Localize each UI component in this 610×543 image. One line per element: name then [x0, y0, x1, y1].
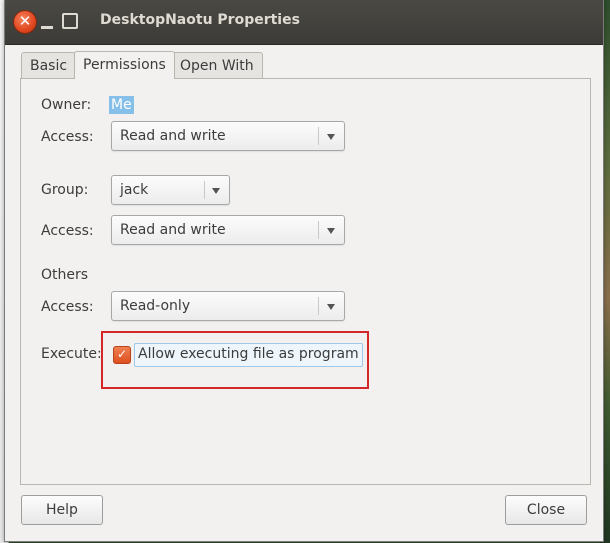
minimize-icon[interactable]	[41, 26, 53, 29]
tab-permissions[interactable]: Permissions	[74, 51, 175, 79]
tab-basic[interactable]: Basic	[21, 52, 77, 79]
dropdown-separator	[318, 297, 319, 315]
group-dropdown[interactable]: jack	[111, 175, 230, 205]
owner-access-label: Access:	[41, 129, 94, 145]
owner-access-value: Read and write	[120, 128, 226, 144]
close-button[interactable]: Close	[505, 495, 587, 525]
properties-window: ✕ DesktopNaotu Properties Basic Permissi…	[4, 0, 604, 542]
help-button[interactable]: Help	[21, 495, 103, 525]
group-access-dropdown[interactable]: Read and write	[111, 215, 345, 245]
group-access-value: Read and write	[120, 222, 226, 238]
dropdown-separator	[318, 221, 319, 239]
chevron-down-icon	[212, 188, 220, 194]
owner-label: Owner:	[41, 97, 92, 113]
owner-access-dropdown[interactable]: Read and write	[111, 121, 345, 151]
others-access-dropdown[interactable]: Read-only	[111, 291, 345, 321]
chevron-down-icon	[327, 134, 335, 140]
tab-open-with[interactable]: Open With	[171, 52, 263, 79]
group-value: jack	[120, 182, 149, 198]
annotation-highlight-box	[101, 331, 369, 389]
group-access-label: Access:	[41, 223, 94, 239]
others-access-label: Access:	[41, 299, 94, 315]
others-access-value: Read-only	[120, 298, 191, 314]
execute-label: Execute:	[41, 346, 102, 362]
dropdown-separator	[204, 181, 205, 199]
title-bar: ✕ DesktopNaotu Properties	[5, 0, 603, 45]
others-heading: Others	[41, 267, 89, 283]
owner-value[interactable]: Me	[109, 96, 134, 114]
maximize-icon[interactable]	[62, 13, 78, 29]
window-title: DesktopNaotu Properties	[100, 12, 300, 28]
close-icon: ✕	[18, 12, 32, 30]
chevron-down-icon	[327, 228, 335, 234]
dropdown-separator	[318, 127, 319, 145]
group-label: Group:	[41, 182, 89, 198]
chevron-down-icon	[327, 304, 335, 310]
window-close-button[interactable]: ✕	[13, 10, 37, 34]
